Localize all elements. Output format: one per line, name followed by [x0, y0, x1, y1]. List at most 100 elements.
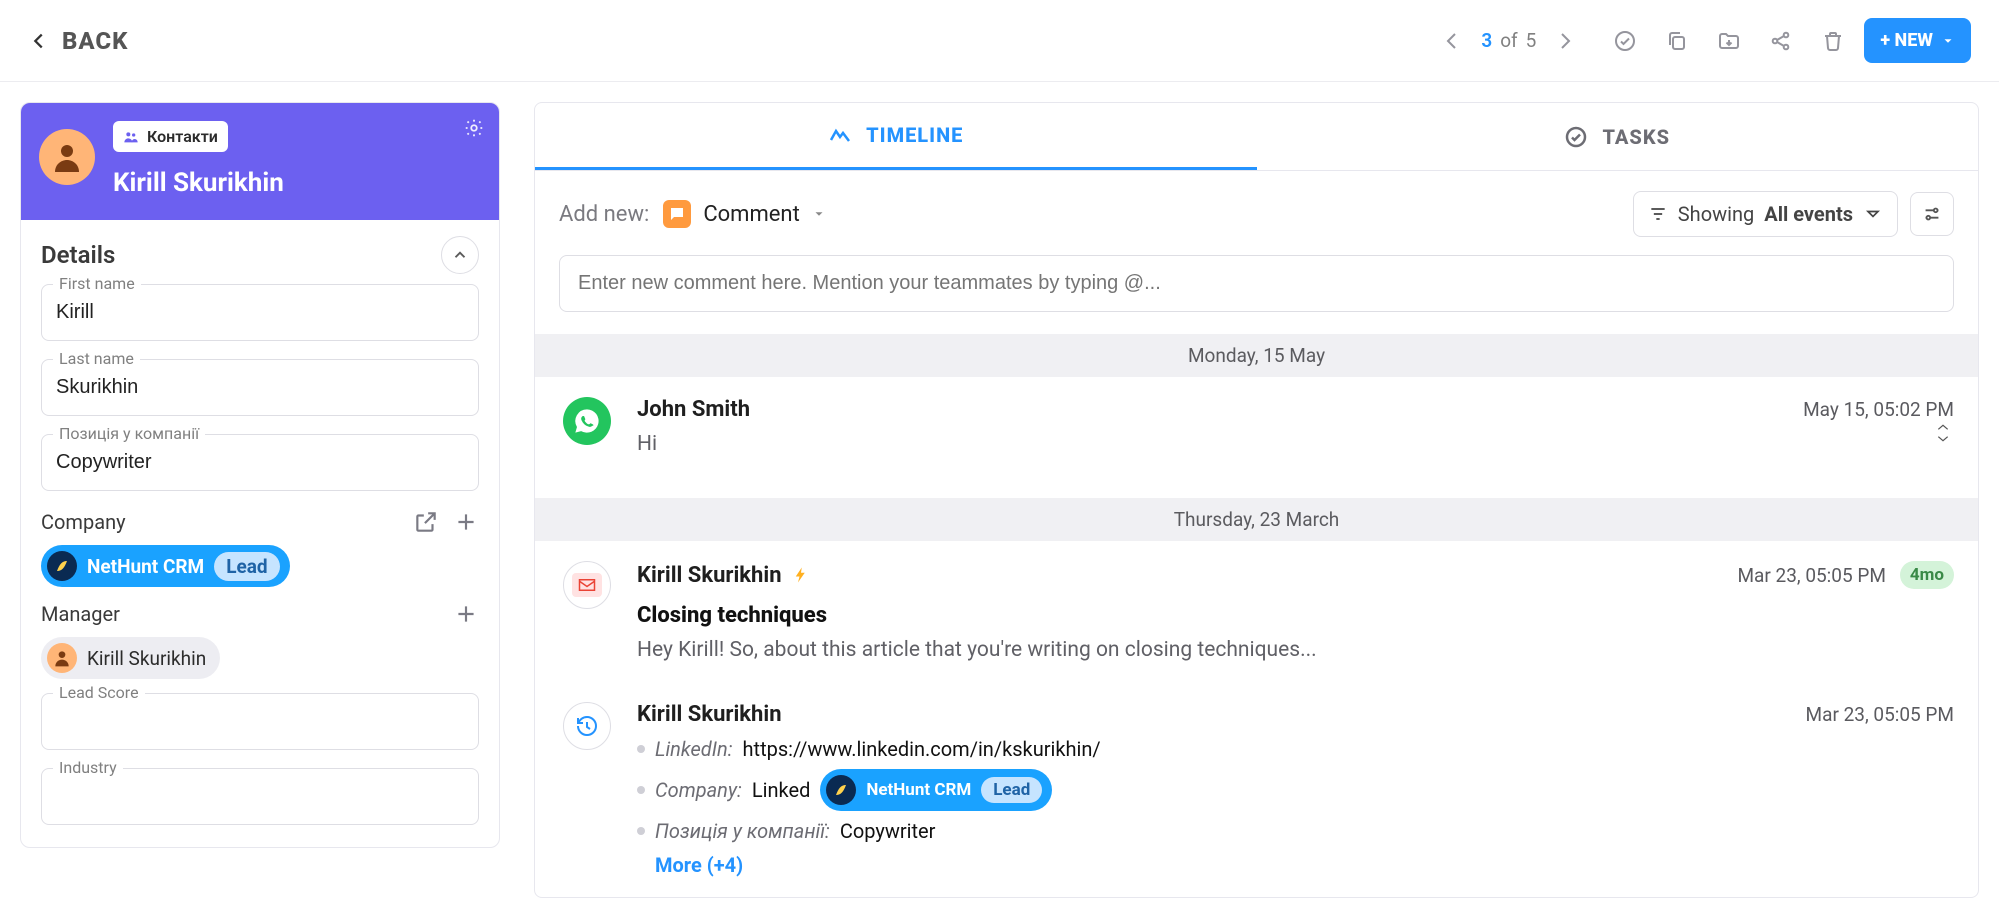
- history-line: Company: Linked NetHunt CRM Lead: [637, 765, 1954, 815]
- share-button[interactable]: [1760, 20, 1802, 62]
- folder-move-icon: [1717, 29, 1741, 53]
- folder-chip-label: Контакти: [147, 127, 218, 146]
- nethunt-logo-icon: [52, 556, 72, 576]
- left-column: Контакти Kirill Skurikhin Details First …: [20, 102, 500, 898]
- first-name-label: First name: [53, 274, 141, 293]
- item-subject: Closing techniques: [637, 603, 1954, 628]
- company-pill-logo: [826, 775, 856, 805]
- pager-prev-button[interactable]: [1431, 20, 1473, 62]
- timeline-item: Kirill Skurikhin Mar 23, 05:05 PM 4mo Cl…: [535, 541, 1978, 682]
- tabs: TIMELINE TASKS: [535, 103, 1978, 171]
- manager-chip-name: Kirill Skurikhin: [87, 647, 206, 670]
- new-button[interactable]: + NEW: [1864, 18, 1971, 63]
- check-circle-icon: [1613, 29, 1637, 53]
- contact-card-header: Контакти Kirill Skurikhin: [21, 103, 499, 220]
- comment-input-wrap: [559, 255, 1954, 312]
- copy-button[interactable]: [1656, 20, 1698, 62]
- item-text: Hey Kirill! So, about this article that …: [637, 638, 1954, 662]
- sliders-icon: [1921, 203, 1943, 225]
- caret-down-icon: [812, 207, 826, 221]
- date-separator: Monday, 15 May: [535, 334, 1978, 377]
- manager-group: Manager Kirill Skurikhin: [41, 601, 479, 679]
- history-field-label: Company:: [655, 778, 742, 802]
- timeline-item: Kirill Skurikhin Mar 23, 05:05 PM Linked…: [535, 682, 1978, 897]
- right-column: TIMELINE TASKS Add new: Comment: [534, 102, 1979, 898]
- delete-button[interactable]: [1812, 20, 1854, 62]
- filter-row: Showing All events: [1633, 191, 1954, 237]
- company-pill-logo: [47, 551, 77, 581]
- details-collapse-button[interactable]: [441, 236, 479, 274]
- manager-group-title: Manager: [41, 602, 120, 626]
- first-name-field: First name: [41, 284, 479, 341]
- mark-done-button[interactable]: [1604, 20, 1646, 62]
- tab-timeline-label: TIMELINE: [866, 123, 963, 147]
- history-line: LinkedIn: https://www.linkedin.com/in/ks…: [637, 733, 1954, 765]
- history-field-label: Позиція у компанії:: [655, 819, 830, 843]
- history-field-value: https://www.linkedin.com/in/kskurikhin/: [743, 737, 1101, 761]
- company-group-title: Company: [41, 510, 126, 534]
- history-badge: [563, 702, 611, 750]
- history-field-value: Copywriter: [840, 819, 936, 843]
- history-more-link[interactable]: More (+4): [655, 853, 743, 877]
- item-author: Kirill Skurikhin: [637, 563, 782, 588]
- lead-score-field: Lead Score: [41, 693, 479, 750]
- copy-icon: [1665, 29, 1689, 53]
- chevron-up-icon: [1936, 422, 1950, 432]
- record-pager: 3 of 5: [1423, 20, 1594, 62]
- history-field-label: LinkedIn:: [655, 737, 733, 761]
- new-button-label: + NEW: [1880, 30, 1933, 51]
- back-button[interactable]: BACK: [28, 27, 128, 55]
- item-timestamp: Mar 23, 05:05 PM: [1737, 564, 1885, 587]
- caret-down-icon: [1863, 204, 1883, 224]
- manager-chip[interactable]: Kirill Skurikhin: [41, 637, 220, 679]
- move-folder-button[interactable]: [1708, 20, 1750, 62]
- item-age-badge: 4mo: [1900, 561, 1954, 589]
- company-pill-stage: Lead: [214, 552, 279, 581]
- top-bar: BACK 3 of 5 + NEW: [0, 0, 1999, 82]
- filter-dropdown[interactable]: Showing All events: [1633, 191, 1898, 237]
- toolbar: Add new: Comment Showing All events: [535, 171, 1978, 249]
- open-external-icon[interactable]: [413, 509, 439, 535]
- chevron-right-icon: [1553, 29, 1577, 53]
- add-comment-label: Comment: [703, 202, 799, 227]
- gear-icon: [463, 117, 485, 139]
- last-name-field: Last name: [41, 359, 479, 416]
- comment-input[interactable]: [559, 255, 1954, 312]
- expand-toggle[interactable]: [1932, 422, 1954, 444]
- filter-value: All events: [1764, 202, 1853, 226]
- add-new-label: Add new:: [559, 202, 649, 227]
- item-text: Hi: [637, 432, 657, 456]
- position-field: Позиція у компанії: [41, 434, 479, 491]
- card-settings-button[interactable]: [463, 117, 485, 143]
- avatar-person-icon: [52, 648, 72, 668]
- industry-field: Industry: [41, 768, 479, 825]
- company-pill[interactable]: NetHunt CRM Lead: [820, 769, 1052, 811]
- history-icon: [575, 714, 599, 738]
- company-pill-stage: Lead: [981, 777, 1042, 803]
- history-line: Позиція у компанії: Copywriter: [637, 815, 1954, 847]
- plus-icon[interactable]: [453, 601, 479, 627]
- pager-next-button[interactable]: [1544, 20, 1586, 62]
- date-separator: Thursday, 23 March: [535, 498, 1978, 541]
- company-pill-name: NetHunt CRM: [87, 555, 204, 578]
- email-badge: [563, 561, 611, 609]
- pager-sep: of: [1500, 29, 1517, 52]
- plus-icon[interactable]: [453, 509, 479, 535]
- avatar: [39, 129, 95, 185]
- timeline-settings-button[interactable]: [1910, 192, 1954, 236]
- filter-prefix: Showing: [1678, 202, 1754, 226]
- add-comment-button[interactable]: Comment: [663, 200, 825, 228]
- share-icon: [1769, 29, 1793, 53]
- last-name-label: Last name: [53, 349, 140, 368]
- contact-name: Kirill Skurikhin: [113, 168, 479, 198]
- people-icon: [123, 129, 139, 145]
- folder-chip[interactable]: Контакти: [113, 121, 228, 152]
- trash-icon: [1821, 29, 1845, 53]
- whatsapp-icon: [573, 407, 601, 435]
- tab-timeline[interactable]: TIMELINE: [535, 103, 1257, 170]
- item-author: John Smith: [637, 397, 750, 422]
- company-group: Company NetHunt CRM Lead: [41, 509, 479, 587]
- details-section: Details First name Last name Позиція у к…: [21, 220, 499, 847]
- tab-tasks[interactable]: TASKS: [1257, 103, 1979, 170]
- company-pill[interactable]: NetHunt CRM Lead: [41, 545, 290, 587]
